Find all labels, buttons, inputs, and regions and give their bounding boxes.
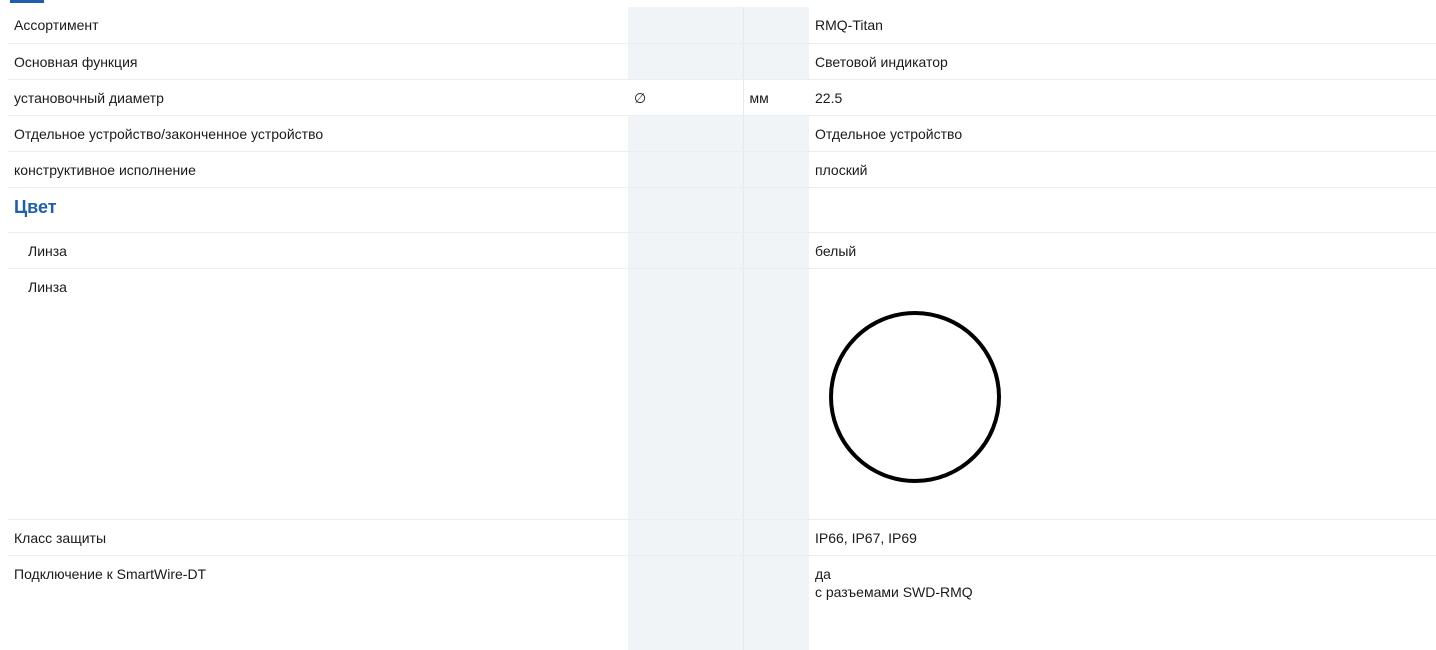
row-label: Линза [8,232,628,269]
specification-table: Ассортимент RMQ-Titan Основная функция С… [8,7,1436,650]
diameter-symbol: ∅ [628,79,744,116]
row-value [809,187,1436,233]
row-value: 22.5 [809,79,1436,116]
row-symbol [628,187,744,233]
row-value: плоский [809,151,1436,188]
row-unit [743,519,809,556]
row-unit [743,151,809,188]
white-lens-circle-icon [829,310,1001,483]
row-unit [743,115,809,152]
row-symbol [628,555,744,650]
section-header-row: Цвет [8,187,1436,233]
row-symbol [628,115,744,152]
row-label: Ассортимент [8,7,628,44]
row-value: Световой индикатор [809,43,1436,80]
row-symbol [628,268,744,520]
table-row: Линза [8,268,1436,520]
row-label: Линза [8,268,628,520]
value-line: с разъемами SWD-RMQ [815,583,973,600]
row-value: да с разъемами SWD-RMQ [809,555,1436,650]
row-value: IP66, IP67, IP69 [809,519,1436,556]
table-row: Отдельное устройство/законченное устройс… [8,115,1436,152]
table-row: Линза белый [8,232,1436,269]
row-unit [743,43,809,80]
row-symbol [628,519,744,556]
row-unit [743,7,809,44]
row-label: Класс защиты [8,519,628,556]
row-symbol [628,232,744,269]
section-title: Цвет [8,187,628,233]
table-row: Подключение к SmartWire-DT да с разъемам… [8,555,1436,650]
top-accent-bar [10,0,44,3]
row-label: конструктивное исполнение [8,151,628,188]
table-row: Ассортимент RMQ-Titan [8,7,1436,44]
table-row: установочный диаметр ∅ мм 22.5 [8,79,1436,116]
row-unit [743,268,809,520]
row-symbol [628,151,744,188]
row-unit [743,555,809,650]
row-label: Основная функция [8,43,628,80]
row-symbol [628,7,744,44]
section-title-text: Цвет [14,196,57,217]
row-value [809,268,1436,520]
table-row: Класс защиты IP66, IP67, IP69 [8,519,1436,556]
row-unit [743,187,809,233]
row-label: Подключение к SmartWire-DT [14,565,207,582]
row-label: установочный диаметр [8,79,628,116]
row-symbol [628,43,744,80]
row-unit [743,232,809,269]
row-value: белый [809,232,1436,269]
row-value: Отдельное устройство [809,115,1436,152]
table-row: Основная функция Световой индикатор [8,43,1436,80]
row-unit: мм [743,79,809,116]
table-row: конструктивное исполнение плоский [8,151,1436,188]
row-value: RMQ-Titan [809,7,1436,44]
row-label: Отдельное устройство/законченное устройс… [8,115,628,152]
value-line: да [815,565,831,582]
